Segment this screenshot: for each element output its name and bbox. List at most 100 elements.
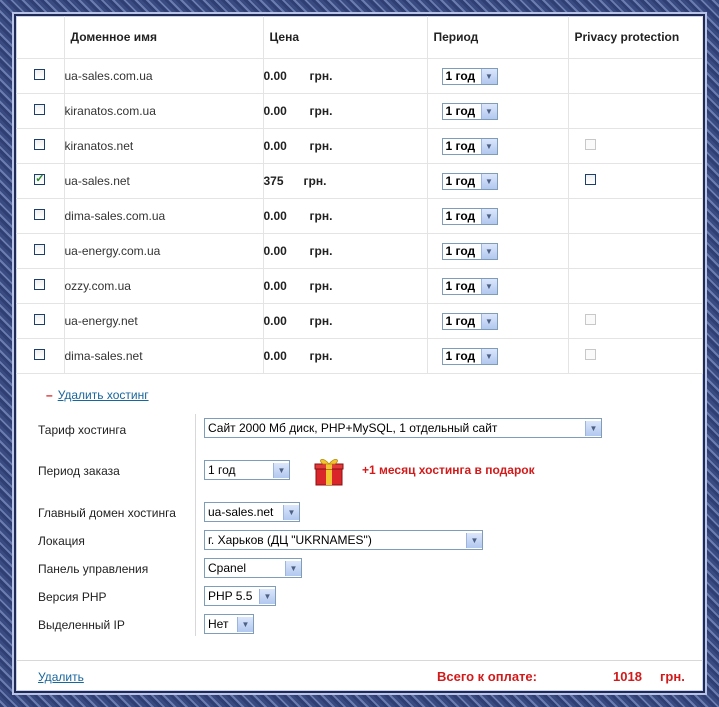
chevron-down-icon: ▼ [273,462,289,478]
price-amount: 0.00 [263,69,287,83]
table-row: dima-sales.com.ua 0.00 грн. 1 год ▼ [16,198,703,234]
header-privacy: Privacy protection [567,16,703,59]
period-value: 1 год [445,244,476,258]
privacy-checkbox [584,139,596,150]
main-domain-select[interactable]: ua-sales.net ▼ [204,502,300,522]
table-row: ozzy.com.ua 0.00 грн. 1 год ▼ [16,268,703,304]
period-cell: 1 год ▼ [426,268,569,304]
location-label: Локация [38,534,85,548]
period-select[interactable]: 1 год ▼ [441,172,498,190]
location-select[interactable]: г. Харьков (ДЦ "UKRNAMES") ▼ [204,530,483,550]
select-cell [16,303,65,339]
header-period: Период [426,16,569,59]
domains-table-body: ua-sales.com.ua 0.00 грн. 1 год ▼ kiranatos.c… [16,58,703,374]
select-cell [16,338,65,374]
price-cell: 0.00 грн. [262,93,428,129]
price-cell: 0.00 грн. [262,303,428,339]
period-select[interactable]: 1 год ▼ [441,242,498,260]
domain-checkbox[interactable] [34,104,46,115]
period-cell: 1 год ▼ [426,233,569,269]
privacy-cell [567,128,703,164]
order-panel: Доменное имя Цена Период Privacy protect… [14,14,705,693]
privacy-cell [567,338,703,374]
remove-hosting[interactable]: – Удалить хостинг [46,388,149,402]
domains-table: Доменное имя Цена Период Privacy protect… [16,16,703,374]
period-cell: 1 год ▼ [426,93,569,129]
period-cell: 1 год ▼ [426,128,569,164]
chevron-down-icon: ▼ [480,278,497,294]
total-label: Всего к оплате: [437,669,537,684]
price-amount: 0.00 [263,244,287,258]
price-currency: грн. [309,139,333,153]
domain-checkbox[interactable] [34,314,46,325]
price-currency: грн. [309,349,333,363]
price-amount: 0.00 [263,349,287,363]
total-value: 1018 [613,669,642,684]
tariff-select[interactable]: Сайт 2000 Мб диск, PHP+MySQL, 1 отдельны… [204,418,602,438]
price-cell: 0.00 грн. [262,233,428,269]
period-select[interactable]: 1 год ▼ [441,347,498,365]
footer-divider [16,660,703,661]
main-domain-label: Главный домен хостинга [38,506,176,520]
chevron-down-icon: ▼ [585,420,601,436]
table-row: ua-energy.net 0.00 грн. 1 год ▼ [16,303,703,339]
gift-icon [314,459,344,486]
order-period-value: 1 год [208,463,236,477]
main-domain-value: ua-sales.net [208,505,274,519]
domain-checkbox[interactable] [34,279,46,290]
period-select[interactable]: 1 год ▼ [441,312,498,330]
chevron-down-icon: ▼ [466,532,482,548]
chevron-down-icon: ▼ [283,504,299,520]
period-select[interactable]: 1 год ▼ [441,137,498,155]
period-value: 1 год [445,174,476,188]
domain-name: ozzy.com.ua [63,268,264,304]
panel-select[interactable]: Cpanel ▼ [204,558,302,578]
order-period-select[interactable]: 1 год ▼ [204,460,290,480]
chevron-down-icon: ▼ [480,348,497,364]
privacy-checkbox[interactable] [584,174,596,185]
domain-checkbox[interactable] [34,139,46,150]
chevron-down-icon: ▼ [480,208,497,224]
period-select[interactable]: 1 год ▼ [441,102,498,120]
delete-link[interactable]: Удалить [38,670,84,684]
period-select[interactable]: 1 год ▼ [441,67,498,85]
period-cell: 1 год ▼ [426,338,569,374]
period-select[interactable]: 1 год ▼ [441,207,498,225]
privacy-checkbox [584,349,596,360]
privacy-cell [567,93,703,129]
domain-name: dima-sales.com.ua [63,198,264,234]
domain-checkbox[interactable] [34,172,46,185]
price-amount: 0.00 [263,314,287,328]
domain-checkbox[interactable] [34,244,46,255]
period-value: 1 год [445,349,476,363]
price-currency: грн. [309,104,333,118]
price-amount: 0.00 [263,279,287,293]
ip-label: Выделенный IP [38,618,125,632]
price-currency: грн. [309,209,333,223]
ip-select[interactable]: Нет ▼ [204,614,254,634]
privacy-cell [567,233,703,269]
period-value: 1 год [445,279,476,293]
period-select[interactable]: 1 год ▼ [441,277,498,295]
remove-hosting-link[interactable]: Удалить хостинг [58,388,149,402]
privacy-cell [567,303,703,339]
privacy-cell [567,268,703,304]
price-amount: 375 [263,174,284,188]
table-row: kiranatos.com.ua 0.00 грн. 1 год ▼ [16,93,703,129]
php-select[interactable]: PHP 5.5 ▼ [204,586,276,606]
privacy-cell [567,198,703,234]
domain-checkbox[interactable] [34,349,46,360]
table-row: ua-sales.net375 грн. 1 год ▼ [16,163,703,199]
form-divider [195,414,196,636]
domain-checkbox[interactable] [34,209,46,220]
chevron-down-icon: ▼ [480,173,497,189]
select-cell [16,163,65,199]
price-cell: 0.00 грн. [262,128,428,164]
select-cell [16,58,65,94]
domain-checkbox[interactable] [34,69,46,80]
minus-icon: – [46,388,53,402]
price-cell: 0.00 грн. [262,338,428,374]
period-value: 1 год [445,314,476,328]
ip-value: Нет [208,617,229,631]
period-value: 1 год [445,69,476,83]
